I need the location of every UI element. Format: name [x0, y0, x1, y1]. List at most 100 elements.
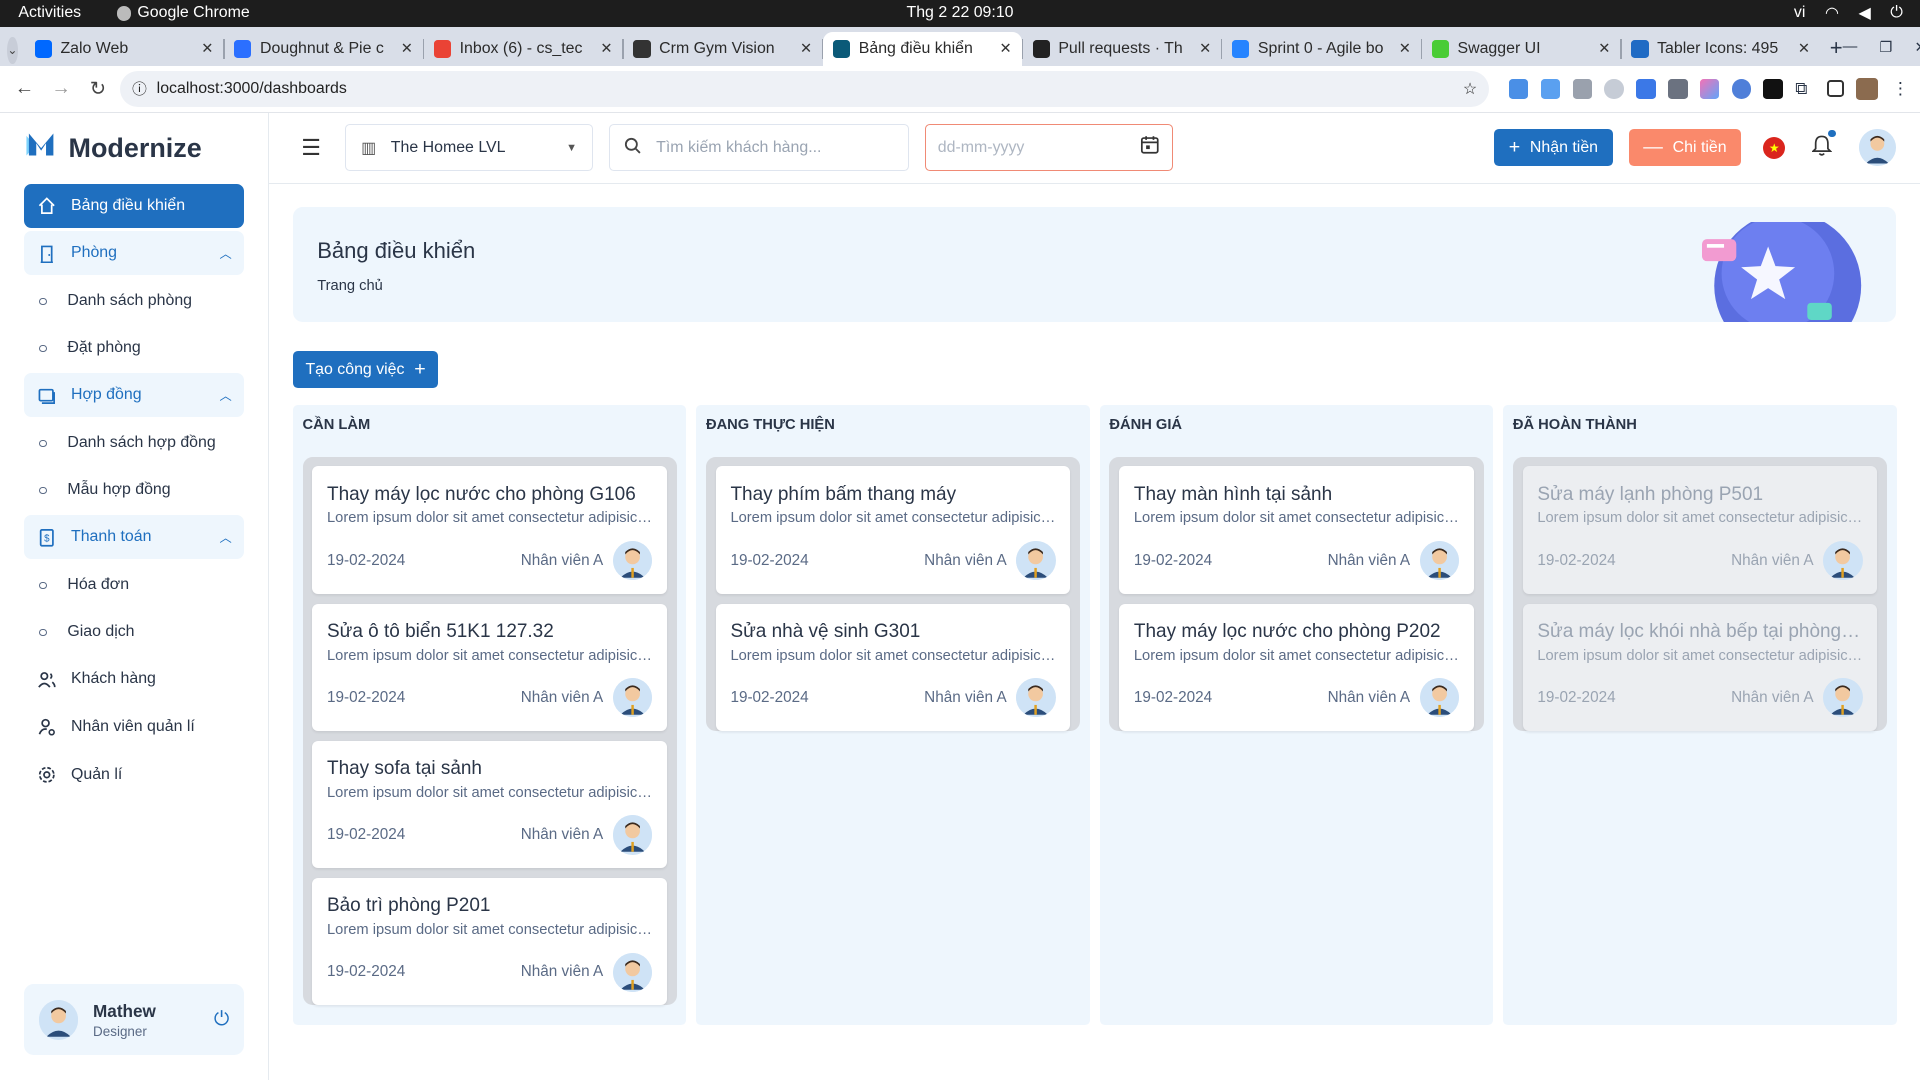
site-info-icon[interactable]: ⓘ [132, 78, 147, 99]
omnibox[interactable]: ⓘ localhost:3000/dashboards ☆ [119, 70, 1490, 108]
chevron-up-icon[interactable]: ︿ [220, 244, 232, 262]
extension-icon[interactable] [1699, 79, 1720, 99]
tab-close-icon[interactable]: ✕ [201, 40, 213, 57]
sidebar-item-hoa-don[interactable]: Hóa đơn [24, 563, 244, 607]
tab-close-icon[interactable]: ✕ [600, 40, 612, 57]
assignee-avatar[interactable] [612, 815, 653, 855]
extension-icon[interactable] [1604, 79, 1624, 99]
sidebar-item-phong[interactable]: Phòng ︿ [24, 231, 244, 276]
extension-icon[interactable] [1731, 79, 1752, 99]
sidebar-item-giao-dich[interactable]: Giao dịch [24, 610, 244, 654]
assignee-avatar[interactable] [1419, 541, 1460, 581]
assignee-avatar[interactable] [612, 678, 653, 718]
browser-tab[interactable]: Tabler Icons: 495 ✕ [1622, 32, 1820, 66]
menu-toggle-icon[interactable]: ☰ [294, 135, 328, 161]
breadcrumb[interactable]: Trang chủ [317, 278, 1871, 294]
browser-tab[interactable]: Sprint 0 - Agile bo ✕ [1222, 32, 1420, 66]
extension-icon[interactable] [1540, 79, 1561, 99]
sidebar-item-dat-phong[interactable]: Đặt phòng [24, 326, 244, 370]
task-card[interactable]: Sửa máy lạnh phòng P501 Lorem ipsum dolor… [1522, 466, 1878, 594]
sidebar-item-label: Nhân viên quản lí [70, 718, 195, 736]
tab-close-icon[interactable]: ✕ [401, 40, 413, 57]
app-menu[interactable]: Google Chrome [116, 4, 250, 22]
chevron-up-icon[interactable]: ︿ [220, 528, 232, 546]
sidebar-item-khach-hang[interactable]: Khách hàng [24, 657, 244, 701]
extension-icon[interactable] [1572, 79, 1593, 99]
extension-icon[interactable] [1508, 79, 1529, 99]
user-avatar[interactable] [1858, 129, 1896, 166]
browser-tab[interactable]: Crm Gym Vision ✕ [624, 32, 822, 66]
tab-close-icon[interactable]: ✕ [1598, 40, 1610, 57]
browser-tab[interactable]: Inbox (6) - cs_tec ✕ [424, 32, 622, 66]
browser-tab[interactable]: Doughnut & Pie c ✕ [225, 32, 423, 66]
tab-search-button[interactable]: ⌄ [7, 36, 18, 64]
tab-close-icon[interactable]: ✕ [1199, 40, 1211, 57]
sidebar-item-bang-dieu-khien[interactable]: Bảng điều khiển [24, 183, 244, 228]
bookmark-star-icon[interactable]: ☆ [1463, 79, 1477, 99]
browser-profile-avatar[interactable] [1856, 77, 1879, 100]
activities-button[interactable]: Activities [0, 4, 99, 22]
assignee-avatar[interactable] [1016, 541, 1056, 581]
sidebar-item-danh-sach-phong[interactable]: Danh sách phòng [24, 279, 244, 323]
assignee-avatar[interactable] [1823, 678, 1863, 718]
notification-bell-icon[interactable] [1811, 129, 1836, 162]
forward-icon[interactable]: → [47, 74, 76, 103]
task-card[interactable]: Thay sofa tại sảnh Lorem ipsum dolor sit … [312, 740, 667, 869]
avatar[interactable] [39, 1000, 79, 1040]
back-icon[interactable]: ← [10, 74, 39, 103]
date-input[interactable]: dd-mm-yyyy [924, 124, 1174, 171]
task-card[interactable]: Sửa nhà vệ sinh G301 Lorem ipsum dolor si… [715, 603, 1071, 731]
sidebar-item-hop-dong[interactable]: Hợp đồng ︿ [24, 373, 244, 418]
task-card[interactable]: Bảo trì phòng P201 Lorem ipsum dolor sit … [312, 877, 667, 1006]
browser-tab[interactable]: Bảng điều khiển ✕ [823, 31, 1022, 67]
chrome-menu-icon[interactable]: ⋮ [1891, 78, 1911, 99]
tab-close-icon[interactable]: ✕ [1399, 40, 1411, 57]
task-card[interactable]: Thay máy lọc nước cho phòng P202 Lorem ip… [1119, 603, 1474, 731]
sidepanel-icon[interactable] [1827, 80, 1845, 98]
customer-search[interactable]: Tìm kiếm khách hàng... [608, 124, 909, 171]
sidebar-item-nhan-vien-quan-li[interactable]: Nhân viên quản lí [24, 705, 244, 749]
receive-money-button[interactable]: + Nhận tiền [1494, 129, 1613, 166]
browser-tab[interactable]: Zalo Web ✕ [25, 32, 223, 66]
assignee-avatar[interactable] [1823, 541, 1863, 581]
task-card[interactable]: Sửa máy lọc khói nhà bếp tại phòng P402 L… [1522, 603, 1878, 731]
create-task-button[interactable]: Tạo công việc + [292, 351, 439, 389]
url-text[interactable]: localhost:3000/dashboards [157, 80, 1453, 98]
assignee-avatar[interactable] [612, 541, 653, 581]
task-card[interactable]: Thay máy lọc nước cho phòng G106 Lorem ip… [312, 466, 667, 594]
task-card[interactable]: Sửa ô tô biển 51K1 127.32 Lorem ipsum dol… [312, 603, 667, 731]
assignee-avatar[interactable] [1016, 678, 1056, 718]
spend-money-button[interactable]: — Chi tiền [1628, 129, 1742, 166]
system-tray[interactable]: vi ◠ ◀ ⏻ [1794, 3, 1920, 23]
browser-tab[interactable]: Pull requests · Th ✕ [1023, 32, 1221, 66]
chevron-up-icon[interactable]: ︿ [220, 386, 232, 404]
logout-power-icon[interactable]: ⏻ [214, 1008, 230, 1031]
restore-icon[interactable]: ❐ [1879, 39, 1892, 56]
task-card[interactable]: Thay phím bấm thang máy Lorem ipsum dolor… [715, 466, 1071, 594]
sidebar-item-danh-sach-hop-dong[interactable]: Danh sách hợp đồng [24, 421, 244, 465]
tab-close-icon[interactable]: ✕ [1798, 40, 1810, 57]
extension-icon[interactable] [1667, 79, 1688, 99]
tab-close-icon[interactable]: ✕ [800, 40, 812, 57]
assignee-avatar[interactable] [612, 952, 653, 992]
sidebar-item-thanh-toan[interactable]: $ Thanh toán ︿ [24, 515, 244, 560]
reload-icon[interactable]: ↻ [83, 74, 112, 103]
translate-icon[interactable] [1636, 79, 1656, 99]
browser-tab[interactable]: Swagger UI ✕ [1422, 32, 1620, 66]
calendar-icon[interactable] [1140, 135, 1160, 160]
tab-close-icon[interactable]: ✕ [1000, 40, 1012, 57]
close-window-icon[interactable]: ✕ [1915, 39, 1920, 56]
assignee-avatar[interactable] [1419, 678, 1460, 718]
vietnam-flag-icon[interactable]: ★ [1763, 136, 1786, 159]
new-tab-button[interactable]: + [1830, 35, 1843, 61]
extension-icon[interactable] [1763, 79, 1783, 99]
property-select[interactable]: ▥ The Homee LVL ▼ [345, 124, 593, 171]
puzzle-icon[interactable]: ⧉ [1795, 78, 1815, 99]
language-indicator[interactable]: vi [1794, 4, 1806, 22]
minimize-icon[interactable]: — [1843, 39, 1858, 56]
sidebar-item-mau-hop-dong[interactable]: Mẫu hợp đồng [24, 468, 244, 512]
clock[interactable]: Thg 2 22 09:10 [0, 4, 1920, 22]
sidebar-item-quan-li[interactable]: Quản lí [24, 753, 244, 797]
task-card[interactable]: Thay màn hình tại sảnh Lorem ipsum dolor … [1119, 466, 1474, 594]
brand[interactable]: Modernize [24, 113, 244, 184]
